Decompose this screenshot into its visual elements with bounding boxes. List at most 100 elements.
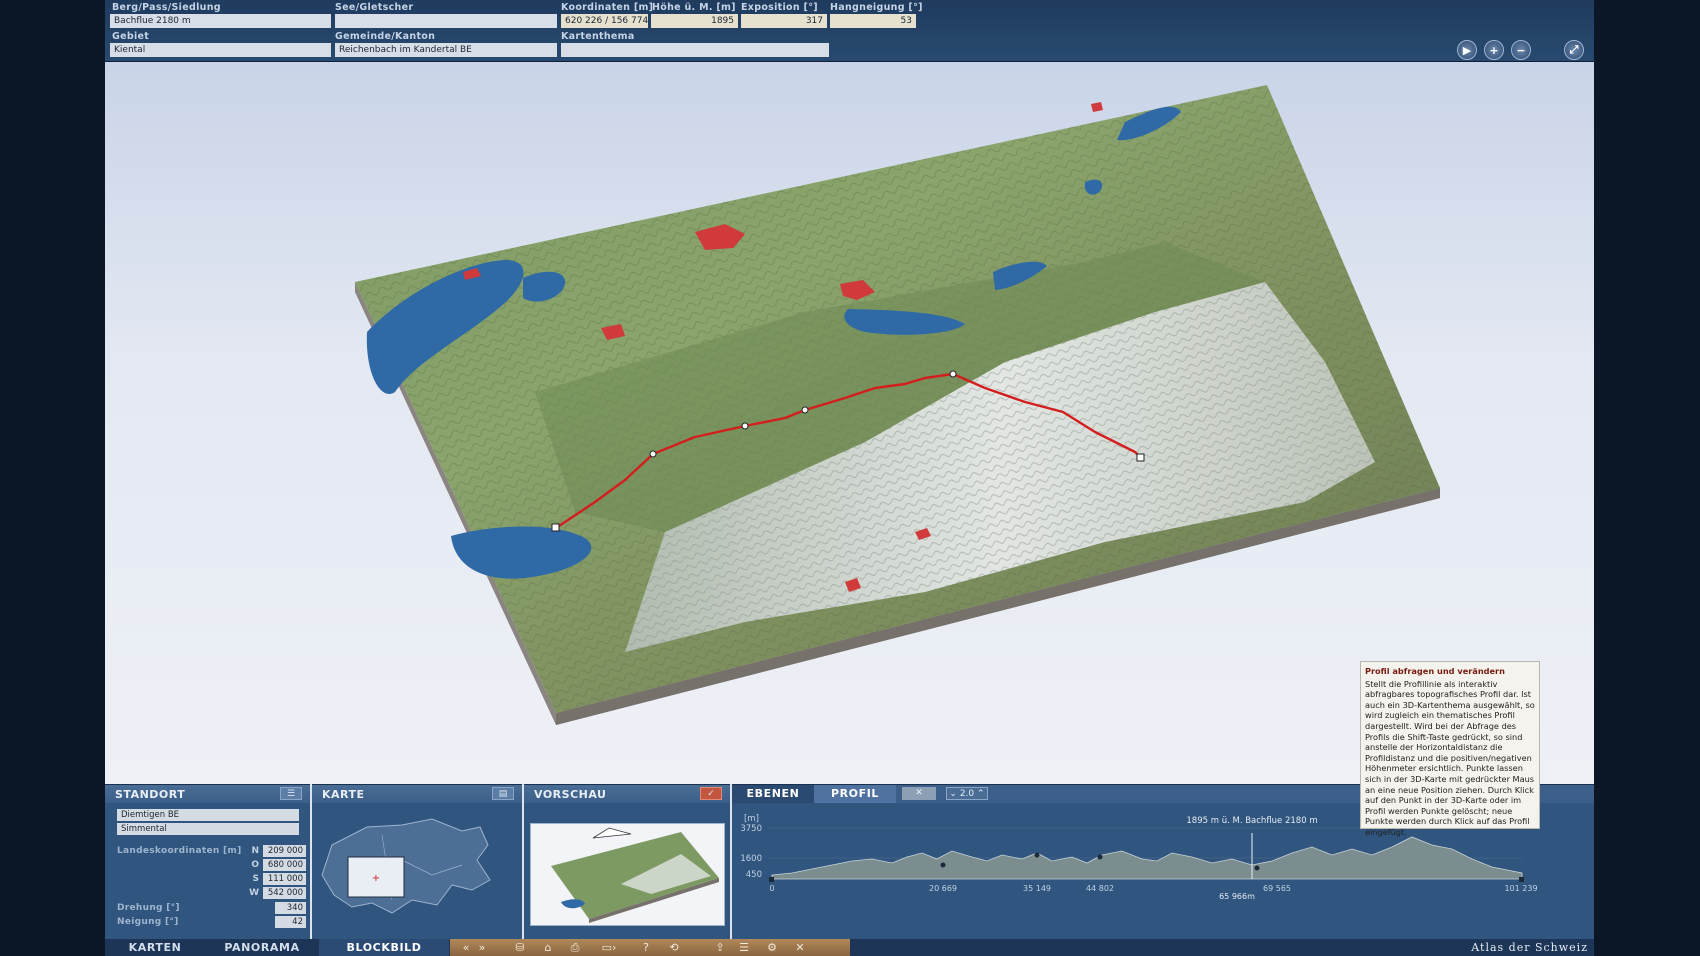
neigung-label: Neigung [°] (117, 917, 179, 927)
label-koordinaten: Koordinaten [m] (561, 2, 654, 13)
coord-dir-w: W (249, 888, 259, 898)
fullscreen-button[interactable]: ⤢ (1564, 40, 1584, 60)
route-point[interactable] (801, 406, 809, 414)
field-exposition: 317 (741, 14, 827, 28)
coord-dir-s: S (252, 874, 259, 884)
profile-point[interactable] (1254, 865, 1260, 871)
coords-label: Landeskoordinaten [m] (117, 846, 242, 856)
svg-text:+: + (372, 873, 380, 884)
route-start-point[interactable] (551, 523, 560, 532)
coord-dir-o: O (251, 860, 259, 870)
coord-value-w[interactable]: 542 000 (263, 887, 306, 899)
x-tick: 101 239 (1504, 884, 1537, 893)
standort-header: STANDORT ☰ (105, 785, 310, 803)
label-exposition: Exposition [°] (741, 2, 818, 13)
brand-logo: Atlas der Schweiz (1471, 941, 1588, 954)
route-point[interactable] (649, 450, 657, 458)
field-hangneigung: 53 (830, 14, 916, 28)
standort-title: STANDORT (115, 788, 186, 801)
route-point[interactable] (949, 370, 957, 378)
zoom-in-icon: + (1489, 43, 1499, 57)
profile-help-tooltip: Profil abfragen und verändern Stellt die… (1360, 661, 1540, 837)
zoom-in-button[interactable]: + (1484, 40, 1504, 60)
preview-thumbnail (530, 823, 725, 926)
profile-unit: [m] (744, 814, 759, 824)
karte-title: KARTE (322, 788, 365, 801)
layers-icon[interactable]: ⇪ (710, 939, 730, 956)
field-koordinaten: 620 226 / 156 774 (561, 14, 648, 28)
coord-value-n[interactable]: 209 000 (263, 845, 306, 857)
export-icon[interactable]: ▭› (596, 939, 622, 956)
tab-profil[interactable]: PROFIL (814, 785, 896, 803)
coord-value-s[interactable]: 111 000 (263, 873, 306, 885)
fullscreen-icon: ⤢ (1569, 43, 1579, 56)
neigung-value[interactable]: 42 (275, 916, 306, 928)
x-tick: 44 802 (1086, 884, 1114, 893)
settings-icon[interactable]: ⚙ (762, 939, 782, 956)
right-margin (1594, 0, 1700, 956)
drehung-value[interactable]: 340 (275, 902, 306, 914)
drehung-label: Drehung [°] (117, 903, 180, 913)
exaggeration-value: 2.0 (959, 789, 975, 799)
exaggeration-stepper[interactable]: ⌄ 2.0 ⌃ (946, 787, 988, 800)
check-icon[interactable]: ✓ (700, 787, 722, 800)
field-see (335, 14, 557, 28)
rotate-icon[interactable]: ⟲ (664, 939, 684, 956)
cursor-readout: 1895 m ü. M. Bachflue 2180 m (1186, 816, 1317, 826)
main-tab-bar: KARTEN PANORAMA BLOCKBILD « » ⛁ ⌂ ⎙ ▭› ?… (105, 939, 1594, 956)
label-gebiet: Gebiet (112, 31, 150, 42)
vorschau-panel: VORSCHAU ✓ (524, 784, 730, 939)
field-kartenthema[interactable] (561, 43, 829, 57)
zoom-out-button[interactable]: − (1511, 40, 1531, 60)
print-icon[interactable]: ⎙ (565, 939, 585, 956)
label-gemeinde: Gemeinde/Kanton (335, 31, 436, 42)
y-tick: 450 (746, 870, 762, 880)
x-tick: 69 565 (1263, 884, 1291, 893)
profile-point[interactable] (1034, 852, 1040, 858)
close-icon[interactable]: ✕ (790, 939, 810, 956)
profile-point[interactable] (1097, 854, 1103, 860)
tooltip-body: Stellt die Profillinie als interaktiv ab… (1365, 678, 1535, 837)
label-hoehe: Höhe ü. M. [m] (652, 2, 736, 13)
profile-point[interactable] (940, 862, 946, 868)
list-icon[interactable]: ☰ (280, 787, 302, 800)
coord-value-o[interactable]: 680 000 (263, 859, 306, 871)
home-icon[interactable]: ⌂ (538, 939, 558, 956)
label-hangneigung: Hangneigung [°] (830, 2, 923, 13)
map-icon[interactable]: ▤ (492, 787, 514, 800)
standort-place: Diemtigen BE (117, 809, 299, 821)
tab-blockbild[interactable]: BLOCKBILD (319, 939, 449, 956)
coord-dir-n: N (251, 846, 259, 856)
standort-panel: STANDORT ☰ Diemtigen BE Simmental Landes… (105, 784, 310, 939)
field-gemeinde: Reichenbach im Kandertal BE (335, 43, 557, 57)
field-gebiet: Kiental (110, 43, 331, 57)
play-button[interactable]: ▶ (1457, 40, 1477, 60)
field-berg: Bachflue 2180 m (110, 14, 331, 28)
x-tick: 20 669 (929, 884, 957, 893)
tab-ebenen[interactable]: EBENEN (732, 785, 814, 803)
database-icon[interactable]: ⛁ (510, 939, 530, 956)
tab-panorama[interactable]: PANORAMA (205, 939, 319, 956)
vorschau-title: VORSCHAU (534, 788, 607, 801)
x-cursor-label: 65 966m (1219, 892, 1255, 901)
label-berg: Berg/Pass/Siedlung (112, 2, 221, 13)
y-tick: 3750 (740, 824, 762, 834)
list-icon[interactable]: ☰ (734, 939, 754, 956)
info-bar: Berg/Pass/Siedlung See/Gletscher Koordin… (105, 0, 1594, 62)
label-kartenthema: Kartenthema (561, 31, 635, 42)
clear-profile-button[interactable]: ✕ (902, 787, 936, 800)
karte-header: KARTE ▤ (312, 785, 522, 803)
standort-region: Simmental (117, 823, 299, 835)
field-hoehe: 1895 (651, 14, 738, 28)
route-point[interactable] (741, 422, 749, 430)
route-end-point[interactable] (1136, 453, 1145, 462)
karte-panel: KARTE ▤ + (312, 784, 522, 939)
preview-block (551, 827, 719, 923)
tab-karten[interactable]: KARTEN (105, 939, 205, 956)
help-icon[interactable]: ? (636, 939, 656, 956)
x-tick: 0 (769, 884, 774, 893)
forward-icon[interactable]: » (472, 939, 492, 956)
y-tick: 1600 (740, 854, 762, 864)
zoom-out-icon: − (1516, 43, 1526, 57)
switzerland-overview-map[interactable]: + (312, 805, 522, 935)
